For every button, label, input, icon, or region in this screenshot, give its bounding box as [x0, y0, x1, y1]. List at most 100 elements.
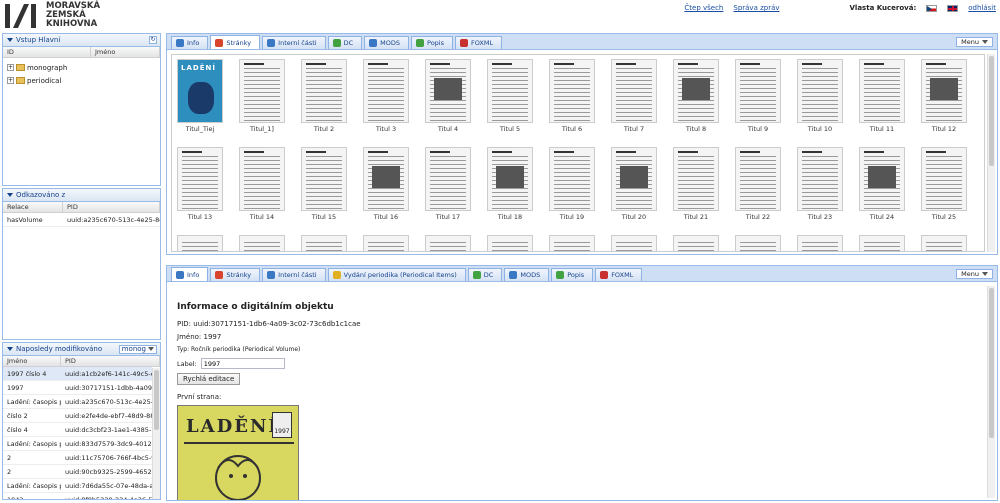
- page-thumbnail[interactable]: [611, 147, 657, 211]
- dropdown-arrow-icon[interactable]: [148, 347, 154, 351]
- recent-row[interactable]: 2 uuid:11c75706-766f-4bc5-9e: [3, 451, 152, 465]
- page-thumbnail[interactable]: [549, 147, 595, 211]
- link-all[interactable]: Čtep všech: [684, 4, 723, 12]
- col-id[interactable]: ID: [3, 47, 91, 57]
- info-pid: PID: uuid:30717151-1db6-4a09-3c02-73c6db…: [177, 320, 361, 328]
- page-thumbnail[interactable]: [859, 235, 905, 251]
- page-thumbnail[interactable]: [611, 235, 657, 251]
- recent-scrollbar[interactable]: [152, 368, 160, 499]
- expand-icon[interactable]: +: [7, 64, 14, 71]
- link-messages[interactable]: Správa zpráv: [733, 4, 779, 12]
- folder-icon: [16, 64, 25, 71]
- recent-row[interactable]: Ladění: časopis pro uuid:a235c670-513c-4e…: [3, 395, 152, 409]
- input-panel-header[interactable]: Vstup Hlavní ↻: [3, 34, 160, 47]
- page-thumbnail[interactable]: [301, 59, 347, 123]
- tab-top-tabs-4[interactable]: MODS: [364, 36, 409, 49]
- tab-top-tabs-6[interactable]: FOXML: [454, 36, 503, 49]
- bottom-menu-button[interactable]: Menu: [956, 269, 993, 279]
- col-pid[interactable]: PID: [61, 356, 160, 366]
- page-thumbnail[interactable]: [549, 235, 595, 251]
- tab-top-tabs-5[interactable]: Popis: [411, 36, 453, 49]
- collapse-icon[interactable]: [7, 38, 13, 42]
- page-thumbnail[interactable]: [549, 59, 595, 123]
- model-dropdown[interactable]: monog: [118, 344, 157, 354]
- recent-row[interactable]: číslo 2 uuid:e2fe4de-ebf7-48d9-88: [3, 409, 152, 423]
- page-thumbnail[interactable]: [921, 59, 967, 123]
- collapse-icon[interactable]: [7, 347, 13, 351]
- page-thumbnail[interactable]: [797, 59, 843, 123]
- page-thumbnail[interactable]: [859, 147, 905, 211]
- tab-bottom-tabs-3[interactable]: Vydání periodika (Periodical Items): [327, 268, 466, 281]
- top-menu-button[interactable]: Menu: [956, 37, 993, 47]
- page-thumbnail[interactable]: [177, 235, 223, 251]
- page-thumbnail[interactable]: [487, 235, 533, 251]
- recent-row[interactable]: 1997 číslo 4 uuid:a1cb2ef6-141c-49c5-c1: [3, 367, 152, 381]
- page-thumbnail[interactable]: [487, 59, 533, 123]
- recent-row[interactable]: číslo 4 uuid:dc3cbf23-1ae1-4385-71: [3, 423, 152, 437]
- tab-top-tabs-0[interactable]: Info: [171, 36, 209, 49]
- related-panel-header[interactable]: Odkazováno z: [3, 189, 160, 202]
- page-thumbnail[interactable]: [673, 147, 719, 211]
- page-thumbnail[interactable]: [239, 235, 285, 251]
- page-thumbnail[interactable]: [797, 235, 843, 251]
- page-thumbnail[interactable]: [425, 235, 471, 251]
- detail-scrollbar[interactable]: [987, 286, 995, 498]
- recent-row[interactable]: Ladění: časopis pro uuid:833d7579-3dc9-40…: [3, 437, 152, 451]
- page-thumbnail[interactable]: [673, 235, 719, 251]
- refresh-icon[interactable]: ↻: [149, 36, 157, 44]
- tab-top-tabs-1[interactable]: Stránky: [210, 35, 261, 49]
- tab-bottom-tabs-6[interactable]: Popis: [551, 268, 594, 281]
- tree-item-monograph[interactable]: + monograph: [7, 61, 156, 74]
- col-name[interactable]: Jméno: [91, 47, 160, 57]
- page-thumbnail[interactable]: [239, 147, 285, 211]
- page-thumbnail[interactable]: [735, 235, 781, 251]
- recent-row[interactable]: 2 uuid:90cb9325-2599-4652-b0: [3, 465, 152, 479]
- tree-item-periodical[interactable]: + periodical: [7, 74, 156, 87]
- page-thumbnail[interactable]: [363, 59, 409, 123]
- first-page-image[interactable]: LADĚNÍ 1997: [177, 405, 299, 500]
- recent-row[interactable]: 1942 uuid:8f8b5339-334-4a36-59f: [3, 493, 152, 499]
- page-thumbnail[interactable]: [921, 235, 967, 251]
- page-thumbnail[interactable]: [425, 59, 471, 123]
- quick-edit-button[interactable]: Rychlá editace: [177, 373, 241, 385]
- tab-bottom-tabs-0[interactable]: Info: [171, 267, 209, 281]
- english-flag-icon[interactable]: [947, 4, 959, 12]
- tab-top-tabs-2[interactable]: Interní části: [262, 36, 326, 49]
- cell-name: číslo 4: [7, 426, 28, 434]
- logout-link[interactable]: odhlásit: [968, 4, 996, 12]
- tab-bottom-tabs-1[interactable]: Stránky: [210, 268, 261, 281]
- tab-bottom-tabs-4[interactable]: DC: [467, 268, 503, 281]
- page-thumbnail[interactable]: [301, 147, 347, 211]
- recent-panel-header[interactable]: Naposledy modifikováno monog: [3, 343, 160, 356]
- page-thumbnail[interactable]: [177, 147, 223, 211]
- page-thumbnail[interactable]: [301, 235, 347, 251]
- label-input[interactable]: [200, 358, 285, 369]
- page-thumbnail[interactable]: [363, 235, 409, 251]
- collapse-icon[interactable]: [7, 193, 13, 197]
- page-thumbnail[interactable]: [425, 147, 471, 211]
- page-thumbnail[interactable]: [797, 147, 843, 211]
- page-thumbnail[interactable]: [363, 147, 409, 211]
- page-thumbnail[interactable]: [611, 59, 657, 123]
- tab-bottom-tabs-2[interactable]: Interní části: [262, 268, 326, 281]
- page-thumbnail[interactable]: [921, 147, 967, 211]
- recent-row[interactable]: 1997 uuid:30717151-1dbb-4a09-8e: [3, 381, 152, 395]
- col-name[interactable]: Jméno: [3, 356, 61, 366]
- page-thumbnail[interactable]: [239, 59, 285, 123]
- col-relation[interactable]: Relace: [3, 202, 63, 212]
- tab-bottom-tabs-5[interactable]: MODS: [504, 268, 550, 281]
- expand-icon[interactable]: +: [7, 77, 14, 84]
- page-thumbnail[interactable]: [673, 59, 719, 123]
- page-thumbnail[interactable]: [859, 59, 905, 123]
- czech-flag-icon[interactable]: [926, 4, 938, 12]
- page-thumbnail[interactable]: [735, 59, 781, 123]
- page-thumbnail[interactable]: LADĚNÍ: [177, 59, 223, 123]
- thumbnail-scrollbar[interactable]: [987, 54, 995, 252]
- related-row[interactable]: hasVolume uuid:a235c670-513c-4e25-8e: [3, 213, 160, 227]
- tab-bottom-tabs-7[interactable]: FOXML: [595, 268, 643, 281]
- col-pid[interactable]: PID: [63, 202, 160, 212]
- page-thumbnail[interactable]: [487, 147, 533, 211]
- page-thumbnail[interactable]: [735, 147, 781, 211]
- recent-row[interactable]: Ladění: časopis pro uuid:7d6da55c-07e-48d…: [3, 479, 152, 493]
- tab-top-tabs-3[interactable]: DC: [327, 36, 363, 49]
